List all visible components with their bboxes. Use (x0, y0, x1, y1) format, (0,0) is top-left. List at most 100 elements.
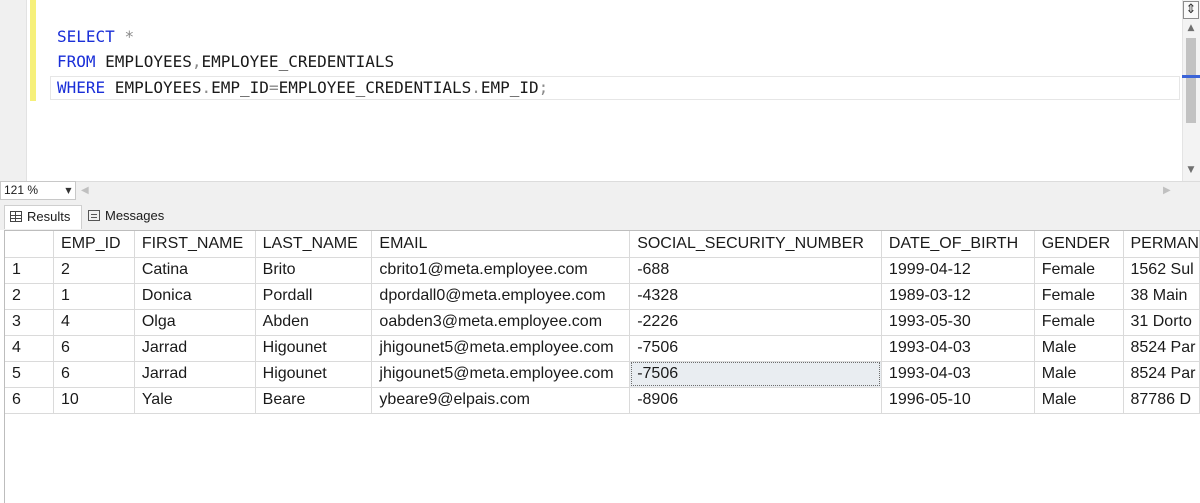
code-line-3[interactable]: WHERE EMPLOYEES.EMP_ID=EMPLOYEE_CREDENTI… (57, 78, 548, 98)
grid-cell[interactable]: 31 Dorto (1123, 309, 1200, 336)
grid-cell[interactable]: Female (1034, 257, 1124, 284)
results-tab-bar (0, 201, 1200, 230)
grid-cell[interactable]: jhigounet5@meta.employee.com (371, 361, 631, 388)
row-number-cell[interactable]: 1 (5, 257, 55, 284)
split-icon[interactable]: ⇕ (1183, 1, 1199, 19)
grid-cell[interactable]: 1562 Sul (1123, 257, 1200, 284)
grid-cell[interactable]: Male (1034, 335, 1124, 362)
column-header[interactable]: FIRST_NAME (134, 231, 256, 258)
grid-cell[interactable]: 8524 Par (1123, 361, 1200, 388)
grid-cell[interactable]: Yale (134, 387, 256, 414)
row-number-cell[interactable]: 5 (5, 361, 55, 388)
grid-cell[interactable]: -7506 (629, 335, 882, 362)
column-header[interactable]: PERMAN (1123, 231, 1200, 258)
query-editor[interactable]: SELECT * FROM EMPLOYEES,EMPLOYEE_CREDENT… (0, 0, 1200, 181)
grid-cell[interactable]: jhigounet5@meta.employee.com (371, 335, 631, 362)
row-number-cell[interactable]: 6 (5, 387, 55, 414)
sql-token: , (191, 52, 202, 71)
change-tracking-bar (30, 0, 36, 101)
grid-cell[interactable]: Donica (134, 283, 256, 310)
table-row[interactable]: 4 6 Jarrad Higounet jhigounet5@meta.employee… (5, 335, 1200, 362)
grid-cell[interactable]: 87786 D (1123, 387, 1200, 414)
grid-cell[interactable]: 8524 Par (1123, 335, 1200, 362)
grid-cell[interactable]: Jarrad (134, 335, 256, 362)
grid-cell[interactable]: 2 (53, 257, 135, 284)
table-row[interactable]: 6 10 Yale Beare ybeare9@elpais.com -8906 1996-… (5, 387, 1200, 414)
sql-token: EMPLOYEES (105, 78, 202, 97)
grid-cell[interactable]: ybeare9@elpais.com (371, 387, 631, 414)
grid-cell[interactable]: Higounet (255, 335, 373, 362)
code-line-1[interactable]: SELECT * (57, 27, 134, 47)
grid-cell[interactable]: Higounet (255, 361, 373, 388)
grid-cell[interactable]: Pordall (255, 283, 373, 310)
grid-cell[interactable]: -7506 (629, 361, 882, 388)
row-number-cell[interactable]: 3 (5, 309, 55, 336)
column-header[interactable]: DATE_OF_BIRTH (881, 231, 1035, 258)
column-header[interactable]: SOCIAL_SECURITY_NUMBER (629, 231, 882, 258)
grid-cell[interactable]: oabden3@meta.employee.com (371, 309, 631, 336)
sql-keyword: FROM (57, 52, 96, 71)
grid-cell[interactable]: 6 (53, 361, 135, 388)
code-line-2[interactable]: FROM EMPLOYEES,EMPLOYEE_CREDENTIALS (57, 52, 394, 72)
grid-cell[interactable]: 1999-04-12 (881, 257, 1035, 284)
row-number-cell[interactable]: 4 (5, 335, 55, 362)
grid-cell[interactable]: 1993-04-03 (881, 361, 1035, 388)
chevron-down-icon[interactable]: ▼ (62, 181, 75, 200)
table-row[interactable]: 2 1 Donica Pordall dpordall0@meta.employee.c… (5, 283, 1200, 310)
scrollbar-thumb[interactable] (1186, 38, 1196, 123)
grid-cell[interactable]: Male (1034, 387, 1124, 414)
grid-body: 1 2 Catina Brito cbrito1@meta.employee.com -6… (5, 257, 1200, 414)
grid-cell[interactable]: 1996-05-10 (881, 387, 1035, 414)
tab-results[interactable]: Results (4, 205, 82, 229)
grid-cell[interactable]: 1993-04-03 (881, 335, 1035, 362)
row-number-header[interactable] (5, 231, 55, 258)
scroll-right-icon[interactable]: ▶ (1163, 184, 1175, 198)
editor-horizontal-scrollbar[interactable] (0, 181, 1200, 201)
column-header[interactable]: LAST_NAME (255, 231, 373, 258)
tab-messages[interactable]: Messages (84, 205, 176, 229)
grid-cell[interactable]: 4 (53, 309, 135, 336)
grid-cell[interactable]: 1 (53, 283, 135, 310)
table-row[interactable]: 5 6 Jarrad Higounet jhigounet5@meta.employee… (5, 361, 1200, 388)
grid-cell[interactable]: -688 (629, 257, 882, 284)
messages-icon (88, 210, 100, 221)
grid-cell[interactable]: cbrito1@meta.employee.com (371, 257, 631, 284)
grid-cell[interactable]: dpordall0@meta.employee.com (371, 283, 631, 310)
column-header[interactable]: EMAIL (371, 231, 631, 258)
grid-cell[interactable]: 1989-03-12 (881, 283, 1035, 310)
column-header[interactable]: GENDER (1034, 231, 1124, 258)
grid-cell[interactable]: Jarrad (134, 361, 256, 388)
grid-cell[interactable]: Male (1034, 361, 1124, 388)
sql-token: = (268, 78, 279, 97)
grid-cell[interactable]: -4328 (629, 283, 882, 310)
scroll-down-icon[interactable]: ▼ (1185, 164, 1197, 176)
sql-token: EMPLOYEE_CREDENTIALS (278, 78, 472, 97)
scroll-left-icon[interactable]: ◀ (81, 184, 93, 198)
tab-messages-label: Messages (105, 208, 165, 223)
header-row: EMP_ID FIRST_NAME LAST_NAME EMAIL SOCIAL_SEC… (5, 231, 1200, 258)
table-row[interactable]: 3 4 Olga Abden oabden3@meta.employee.com -222… (5, 309, 1200, 336)
grid-cell[interactable]: Brito (255, 257, 373, 284)
grid-cell[interactable]: -2226 (629, 309, 882, 336)
results-grid[interactable]: EMP_ID FIRST_NAME LAST_NAME EMAIL SOCIAL_SEC… (4, 230, 1200, 503)
sql-token: EMPLOYEES (95, 52, 192, 71)
grid-cell[interactable]: Olga (134, 309, 256, 336)
table-row[interactable]: 1 2 Catina Brito cbrito1@meta.employee.com -6… (5, 257, 1200, 284)
scroll-up-icon[interactable]: ▲ (1185, 22, 1197, 34)
grid-cell[interactable]: 10 (53, 387, 135, 414)
grid-cell[interactable]: -8906 (629, 387, 882, 414)
grid-icon (10, 211, 22, 222)
grid-cell[interactable]: 38 Main (1123, 283, 1200, 310)
column-header[interactable]: EMP_ID (53, 231, 135, 258)
grid-cell[interactable]: 6 (53, 335, 135, 362)
row-number-cell[interactable]: 2 (5, 283, 55, 310)
sql-token: . (471, 78, 481, 97)
results-table: EMP_ID FIRST_NAME LAST_NAME EMAIL SOCIAL_SEC… (5, 231, 1200, 414)
grid-cell[interactable]: Female (1034, 309, 1124, 336)
grid-cell[interactable]: Abden (255, 309, 373, 336)
grid-cell[interactable]: 1993-05-30 (881, 309, 1035, 336)
grid-cell[interactable]: Female (1034, 283, 1124, 310)
grid-cell[interactable]: Beare (255, 387, 373, 414)
grid-cell[interactable]: Catina (134, 257, 256, 284)
sql-token: . (201, 78, 212, 97)
